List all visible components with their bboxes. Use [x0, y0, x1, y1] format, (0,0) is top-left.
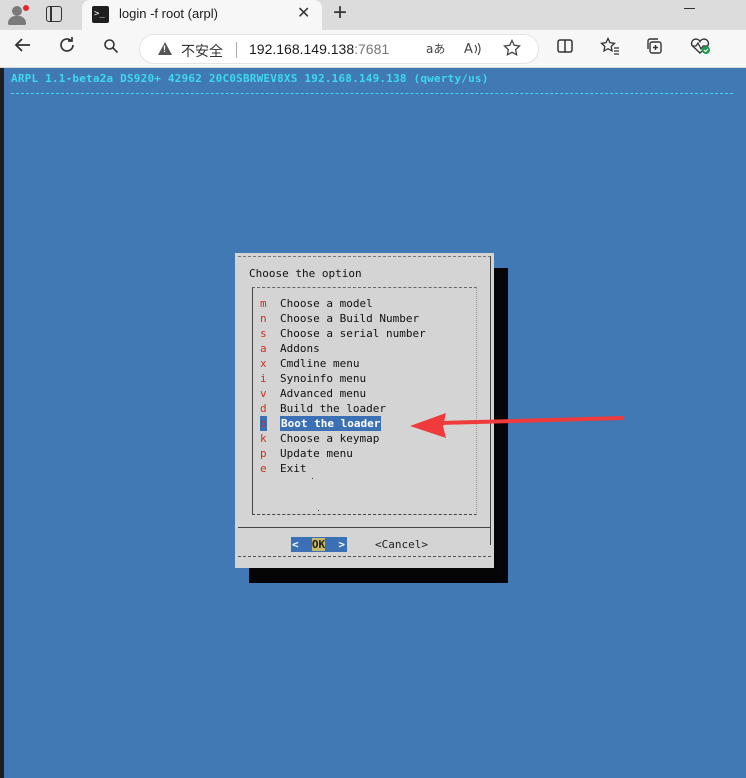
menu-item-label: Exit: [280, 462, 307, 475]
menu-item-addons[interactable]: a Addons: [260, 341, 320, 356]
ok-bracket-right: >: [325, 538, 345, 551]
cancel-button[interactable]: <Cancel>: [375, 537, 428, 552]
menu-item-advanced[interactable]: v Advanced menu: [260, 386, 366, 401]
ok-button[interactable]: < OK >: [291, 537, 347, 552]
tab-title: login -f root (arpl): [119, 6, 218, 21]
menu-item-build-loader[interactable]: d Build the loader: [260, 401, 386, 416]
menu-item-label: Advanced menu: [280, 387, 367, 400]
menu-item-choose-model[interactable]: m Choose a model: [260, 296, 373, 311]
menu-item-label: Addons: [280, 342, 320, 355]
scroll-marker: [318, 510, 319, 511]
menu-item-label: Choose a keymap: [280, 432, 380, 445]
menu-dialog: Choose the option m Choose a model n Choos…: [235, 253, 494, 568]
search-icon[interactable]: [98, 36, 124, 62]
backtitle: ARPL 1.1-beta2a DS920+ 42962 20C0SBRWEV8…: [11, 72, 489, 85]
navigation-bar: 不安全 192.168.149.138:7681 aあ A: [0, 30, 746, 68]
url-text[interactable]: 192.168.149.138:7681: [249, 41, 389, 57]
menu-item-label: Update menu: [280, 447, 353, 460]
url-port: :7681: [354, 41, 390, 57]
scroll-marker: [312, 478, 313, 479]
address-separator: [236, 42, 237, 58]
menu-item-label: Choose a serial number: [280, 327, 426, 340]
ok-bracket-left: <: [292, 538, 312, 551]
split-screen-icon[interactable]: [556, 37, 574, 60]
security-label[interactable]: 不安全: [181, 41, 223, 61]
menu-item-label: Choose a Build Number: [280, 312, 420, 325]
tab-strip: >_ login -f root (arpl) ✕ +: [0, 0, 746, 30]
ok-button-label: OK: [311, 538, 326, 551]
menu-item-key: x: [260, 357, 267, 370]
menu-item-key: m: [260, 297, 267, 310]
backtitle-rule: [11, 93, 733, 94]
terminal-icon: >_: [92, 6, 109, 23]
tab-actions-icon[interactable]: [46, 6, 62, 22]
collections-icon[interactable]: [645, 37, 663, 60]
menu-item-label: Build the loader: [280, 402, 386, 415]
new-tab-button[interactable]: +: [333, 1, 347, 25]
menu-item-key: i: [260, 372, 267, 385]
menu-item-label: Cmdline menu: [280, 357, 360, 370]
terminal-screen[interactable]: ARPL 1.1-beta2a DS920+ 42962 20C0SBRWEV8…: [4, 68, 746, 778]
menu-item-key: k: [260, 432, 267, 445]
menu-item-cmdline[interactable]: x Cmdline menu: [260, 356, 359, 371]
back-icon[interactable]: [10, 36, 36, 62]
text-size-icon[interactable]: A: [463, 39, 483, 63]
menu-item-build-number[interactable]: n Choose a Build Number: [260, 311, 419, 326]
dialog-bottom-border: [238, 556, 491, 557]
dialog-divider: [238, 527, 491, 528]
menu-item-update[interactable]: p Update menu: [260, 446, 353, 461]
menu-item-serial-number[interactable]: s Choose a serial number: [260, 326, 426, 341]
menu-item-key: b: [260, 416, 267, 431]
menu-item-label: Boot the loader: [280, 416, 382, 431]
menu-item-label: Synoinfo menu: [280, 372, 367, 385]
address-bar[interactable]: 不安全 192.168.149.138:7681 aあ A: [139, 34, 539, 64]
menu-item-exit[interactable]: e Exit: [260, 461, 307, 476]
menu-item-boot-loader[interactable]: b Boot the loader: [260, 416, 382, 431]
svg-text:aあ: aあ: [426, 42, 445, 56]
menu-item-label: Choose a model: [280, 297, 373, 310]
close-tab-icon[interactable]: ✕: [297, 5, 310, 23]
menu-item-key: p: [260, 447, 267, 460]
menu-item-key: d: [260, 402, 267, 415]
menu-item-key: s: [260, 327, 267, 340]
menu-item-key: e: [260, 462, 267, 475]
performance-icon[interactable]: [689, 37, 711, 60]
favorites-icon[interactable]: [600, 36, 620, 60]
menu-item-synoinfo[interactable]: i Synoinfo menu: [260, 371, 366, 386]
minimize-window-icon[interactable]: [684, 8, 695, 10]
warning-icon[interactable]: [158, 42, 172, 55]
menu-item-key: v: [260, 387, 267, 400]
favorite-icon[interactable]: [503, 38, 521, 61]
svg-text:A: A: [464, 42, 473, 57]
menu-item-key: n: [260, 312, 267, 325]
reload-icon[interactable]: [54, 36, 80, 62]
tab-active[interactable]: >_ login -f root (arpl) ✕: [82, 0, 322, 30]
url-host: 192.168.149.138: [249, 41, 355, 57]
menu-item-key: a: [260, 342, 267, 355]
menu-item-keymap[interactable]: k Choose a keymap: [260, 431, 379, 446]
read-aloud-icon[interactable]: aあ: [425, 39, 445, 63]
dialog-prompt: Choose the option: [249, 267, 362, 280]
profile-icon[interactable]: [6, 4, 30, 26]
